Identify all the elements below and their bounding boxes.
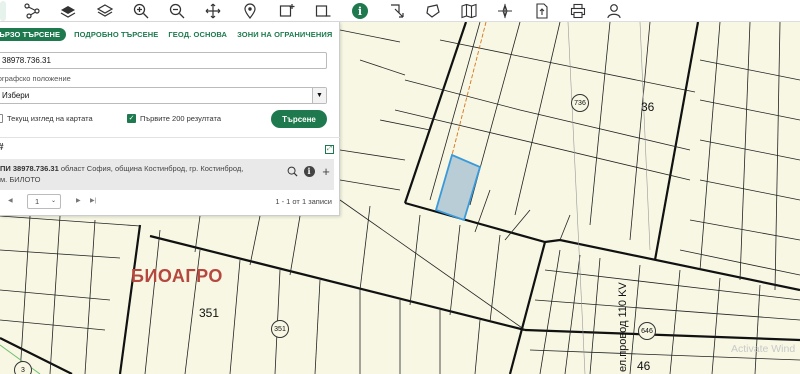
location-label: Географско положение bbox=[0, 74, 71, 83]
share-nodes-icon[interactable] bbox=[22, 1, 42, 21]
parcel-label-46: 46 bbox=[637, 359, 651, 373]
result-desc: област София, община Костинброд, гр. Кос… bbox=[58, 164, 244, 173]
parcel-circle-646: 646 bbox=[638, 322, 656, 340]
chevron-down-icon: ⌄ bbox=[50, 198, 56, 204]
power-line-label: ел.провод 110 KV bbox=[617, 282, 629, 372]
export-icon[interactable] bbox=[532, 1, 552, 21]
map-icon[interactable] bbox=[459, 1, 479, 21]
pan-icon[interactable] bbox=[203, 1, 223, 21]
parcel-label-36: 36 bbox=[641, 100, 655, 114]
search-tool-button[interactable] bbox=[0, 1, 6, 21]
checkbox-checked-icon: ✓ bbox=[127, 114, 136, 123]
search-button[interactable]: Търсене bbox=[271, 110, 327, 128]
expand-icon[interactable]: ⤢ bbox=[325, 145, 334, 154]
layers-icon[interactable] bbox=[58, 1, 78, 21]
zoom-to-icon[interactable] bbox=[286, 165, 298, 177]
compass-icon[interactable] bbox=[495, 1, 515, 21]
remove-rect-icon[interactable] bbox=[313, 1, 333, 21]
zoom-out-icon[interactable] bbox=[167, 1, 187, 21]
first200-checkbox[interactable]: ✓ Първите 200 резултата bbox=[127, 114, 221, 123]
tab-geod-base[interactable]: ГЕОД. ОСНОВА bbox=[168, 30, 227, 39]
map-toolbar: i bbox=[0, 0, 800, 22]
divider bbox=[0, 137, 340, 138]
current-view-label: Текущ изглед на картата bbox=[7, 114, 93, 123]
draw-polygon-icon[interactable] bbox=[423, 1, 443, 21]
checkbox-unchecked-icon bbox=[0, 114, 3, 123]
zoom-in-icon[interactable] bbox=[131, 1, 151, 21]
parcel-circle-736: 736 bbox=[571, 94, 589, 112]
info-circle-icon[interactable]: i bbox=[303, 165, 315, 177]
tab-detailed-search[interactable]: ПОДРОБНО ТЪРСЕНЕ bbox=[74, 30, 158, 39]
results-header-icon: # bbox=[0, 142, 4, 153]
last-page-icon[interactable]: ▶| bbox=[90, 197, 96, 204]
first200-label: Първите 200 резултата bbox=[140, 114, 221, 123]
location-select[interactable]: Избери ▼ bbox=[0, 87, 327, 104]
parcel-circle-351: 351 bbox=[271, 320, 289, 338]
pin-icon[interactable] bbox=[240, 1, 260, 21]
result-id: ПИ 38978.736.31 bbox=[0, 164, 59, 173]
prev-page-icon[interactable]: ◀ bbox=[8, 197, 13, 204]
current-view-checkbox[interactable]: Текущ изглед на картата bbox=[0, 114, 93, 123]
print-icon[interactable] bbox=[568, 1, 588, 21]
search-tabs: БЪРЗО ТЪРСЕНЕ ПОДРОБНО ТЪРСЕНЕ ГЕОД. ОСН… bbox=[0, 27, 342, 41]
pagination: ◀ 1 ⌄ ▶ ▶| 1 - 1 от 1 записи bbox=[0, 193, 340, 211]
user-icon[interactable] bbox=[604, 1, 624, 21]
page-select[interactable]: 1 ⌄ bbox=[27, 194, 61, 209]
chevron-down-icon: ▼ bbox=[312, 88, 326, 103]
search-input[interactable]: 38978.736.31 bbox=[0, 52, 327, 69]
next-page-icon[interactable]: ▶ bbox=[76, 197, 81, 204]
tab-restriction-zones[interactable]: ЗОНИ НА ОГРАНИЧЕНИЯ bbox=[237, 30, 332, 39]
page-select-value: 1 bbox=[35, 197, 40, 206]
bioagro-label: БИОАГРО bbox=[131, 266, 223, 286]
plus-icon[interactable]: + bbox=[320, 164, 332, 179]
info-icon[interactable]: i bbox=[350, 1, 370, 21]
layers-stack-icon[interactable] bbox=[95, 1, 115, 21]
select-arrow-icon[interactable] bbox=[387, 1, 407, 21]
activate-windows-watermark: Activate Wind bbox=[731, 343, 796, 355]
parcel-circle-3: 3 bbox=[14, 361, 32, 374]
add-rect-icon[interactable] bbox=[277, 1, 297, 21]
result-text: ПИ 38978.736.31 област София, община Кос… bbox=[0, 163, 282, 185]
parcel-label-351: 351 bbox=[199, 306, 220, 320]
location-select-value: Избери bbox=[2, 91, 30, 100]
search-input-value: 38978.736.31 bbox=[2, 56, 51, 65]
result-locality: м. БИЛОТО bbox=[0, 175, 41, 184]
tab-quick-search[interactable]: БЪРЗО ТЪРСЕНЕ bbox=[0, 27, 67, 41]
record-count: 1 - 1 от 1 записи bbox=[275, 197, 332, 206]
search-panel: БЪРЗО ТЪРСЕНЕ ПОДРОБНО ТЪРСЕНЕ ГЕОД. ОСН… bbox=[0, 22, 340, 216]
result-row[interactable]: ПИ 38978.736.31 област София, община Кос… bbox=[0, 159, 334, 190]
